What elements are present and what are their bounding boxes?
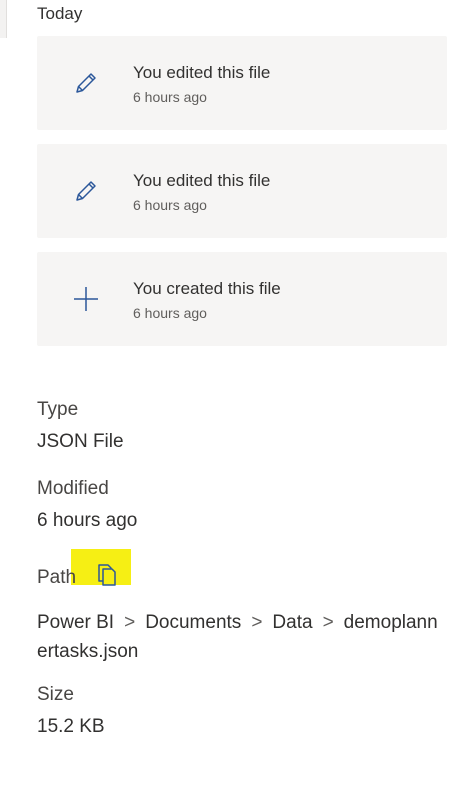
type-value: JSON File (37, 431, 124, 452)
activity-item-edited-2[interactable]: You edited this file 6 hours ago (37, 144, 447, 238)
path-crumb-documents[interactable]: Documents (145, 612, 241, 633)
modified-value: 6 hours ago (37, 510, 138, 531)
breadcrumb-separator: > (322, 612, 334, 633)
activity-item-created[interactable]: You created this file 6 hours ago (37, 252, 447, 346)
activity-title: You edited this file (133, 63, 271, 82)
scrollbar-edge[interactable] (0, 0, 7, 38)
activity-time: 6 hours ago (133, 197, 207, 213)
path-crumb-power-bi[interactable]: Power BI (37, 612, 114, 633)
activity-time: 6 hours ago (133, 89, 207, 105)
pencil-icon (73, 144, 99, 238)
size-value: 15.2 KB (37, 716, 105, 737)
breadcrumb-separator: > (124, 612, 136, 633)
path-breadcrumb: Power BI > Documents > Data > demoplannertasks… (37, 608, 447, 666)
size-label: Size (37, 684, 74, 705)
activity-section-title: Today (37, 4, 83, 23)
path-label: Path (37, 567, 77, 588)
activity-title: You created this file (133, 279, 281, 298)
activity-item-edited-1[interactable]: You edited this file 6 hours ago (37, 36, 447, 130)
pencil-icon (73, 36, 99, 130)
path-crumb-data[interactable]: Data (272, 612, 312, 633)
copy-path-button[interactable] (94, 563, 120, 592)
copy-icon (95, 563, 119, 592)
activity-time: 6 hours ago (133, 305, 207, 321)
activity-title: You edited this file (133, 171, 271, 190)
type-label: Type (37, 399, 79, 420)
breadcrumb-separator: > (251, 612, 263, 633)
modified-label: Modified (37, 478, 109, 499)
plus-icon (73, 252, 99, 346)
